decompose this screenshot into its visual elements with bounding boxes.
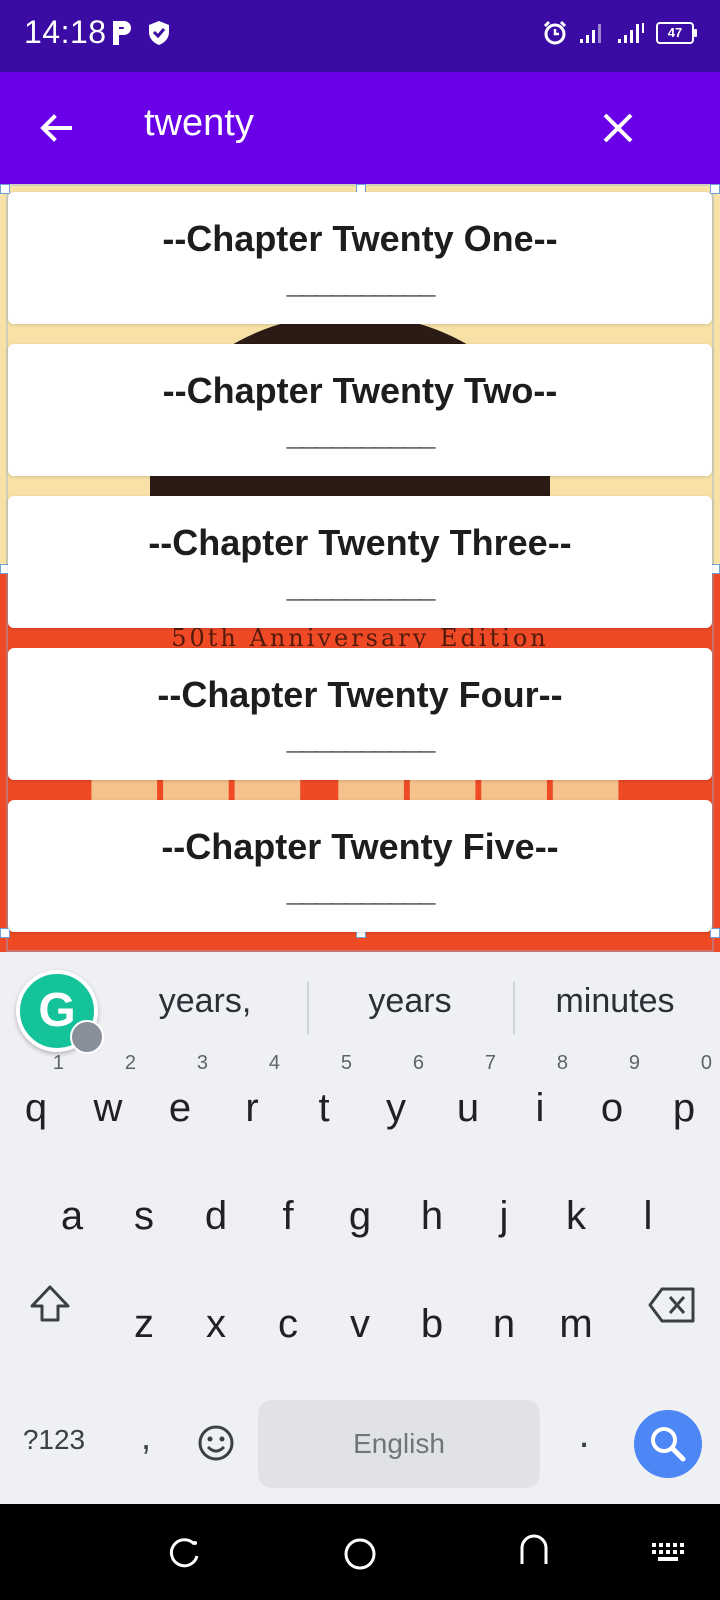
key-y[interactable]: 6y: [360, 1052, 432, 1144]
signal-icon: [580, 24, 601, 43]
back-nav-icon[interactable]: [518, 1534, 554, 1570]
status-time: 14:18: [24, 14, 107, 50]
result-card-chapter-21[interactable]: --Chapter Twenty One-- __________: [8, 192, 712, 324]
suggestion-2[interactable]: years: [330, 982, 490, 1021]
signal-icon: [618, 23, 644, 43]
result-title: --Chapter Twenty Four--: [157, 674, 563, 715]
result-card-chapter-24[interactable]: --Chapter Twenty Four-- __________: [8, 648, 712, 780]
key-t[interactable]: 5t: [288, 1052, 360, 1144]
result-rule: __________: [286, 419, 436, 452]
shift-icon: [30, 1285, 70, 1322]
search-results: 50th Anniversary Edition ▇▇▇ ▇▇▇▇ --Chap…: [0, 184, 720, 952]
emoji-key[interactable]: [196, 1424, 236, 1464]
shift-key[interactable]: [14, 1282, 86, 1342]
suggestion-1[interactable]: years,: [130, 982, 280, 1021]
recent-apps-rotate-icon[interactable]: [166, 1536, 202, 1572]
key-h[interactable]: h: [396, 1160, 468, 1252]
keyboard-toggle-icon[interactable]: [650, 1540, 686, 1568]
period-key[interactable]: .: [566, 1412, 602, 1457]
search-input[interactable]: twenty: [144, 102, 254, 145]
comma-key[interactable]: ,: [128, 1416, 164, 1458]
result-rule: __________: [286, 571, 436, 604]
key-g[interactable]: g: [324, 1160, 396, 1252]
grammarly-offline-badge-icon: [70, 1020, 104, 1054]
arrow-left-icon[interactable]: [36, 108, 76, 148]
alarm-icon: [543, 20, 567, 45]
on-screen-keyboard: G years, years minutes 1q 2w 3e 4r 5t 6y…: [0, 952, 720, 1504]
result-rule: __________: [286, 723, 436, 756]
home-icon[interactable]: [342, 1536, 378, 1572]
system-nav-bar: [0, 1504, 720, 1600]
key-l[interactable]: l: [612, 1160, 684, 1252]
key-x[interactable]: x: [180, 1268, 252, 1360]
close-icon[interactable]: [598, 108, 638, 148]
key-a[interactable]: a: [36, 1160, 108, 1252]
key-s[interactable]: s: [108, 1160, 180, 1252]
result-title: --Chapter Twenty Five--: [161, 826, 559, 867]
key-f[interactable]: f: [252, 1160, 324, 1252]
key-u[interactable]: 7u: [432, 1052, 504, 1144]
suggestion-strip: G years, years minutes: [0, 952, 720, 1054]
key-o[interactable]: 9o: [576, 1052, 648, 1144]
result-rule: __________: [286, 875, 436, 908]
search-key[interactable]: [634, 1410, 702, 1478]
key-z[interactable]: z: [108, 1268, 180, 1360]
result-title: --Chapter Twenty Two--: [162, 370, 558, 411]
key-d[interactable]: d: [180, 1160, 252, 1252]
result-title: --Chapter Twenty One--: [162, 218, 558, 259]
key-i[interactable]: 8i: [504, 1052, 576, 1144]
result-title: --Chapter Twenty Three--: [148, 522, 572, 563]
backspace-key[interactable]: [640, 1286, 704, 1336]
key-e[interactable]: 3e: [144, 1052, 216, 1144]
status-bar: 14:18 47: [0, 0, 720, 72]
key-c[interactable]: c: [252, 1268, 324, 1360]
result-rule: __________: [286, 267, 436, 300]
symbols-key[interactable]: ?123: [14, 1424, 94, 1456]
result-card-chapter-25[interactable]: --Chapter Twenty Five-- __________: [8, 800, 712, 932]
result-card-chapter-22[interactable]: --Chapter Twenty Two-- __________: [8, 344, 712, 476]
key-n[interactable]: n: [468, 1268, 540, 1360]
key-b[interactable]: b: [396, 1268, 468, 1360]
key-v[interactable]: v: [324, 1268, 396, 1360]
search-app-bar: twenty: [0, 72, 720, 184]
parking-p-icon: [113, 21, 131, 45]
key-k[interactable]: k: [540, 1160, 612, 1252]
backspace-icon: [648, 1287, 695, 1323]
key-q[interactable]: 1q: [0, 1052, 72, 1144]
key-m[interactable]: m: [540, 1268, 612, 1360]
emoji-icon: [198, 1425, 234, 1461]
key-j[interactable]: j: [468, 1160, 540, 1252]
battery-indicator: 47: [656, 22, 697, 44]
result-card-chapter-23[interactable]: --Chapter Twenty Three-- __________: [8, 496, 712, 628]
key-p[interactable]: 0p: [648, 1052, 720, 1144]
grammarly-button[interactable]: G: [16, 970, 104, 1054]
key-w[interactable]: 2w: [72, 1052, 144, 1144]
search-icon: [651, 1427, 686, 1462]
suggestion-3[interactable]: minutes: [530, 982, 700, 1021]
space-key[interactable]: English: [258, 1400, 540, 1488]
key-r[interactable]: 4r: [216, 1052, 288, 1144]
shield-icon: [149, 21, 169, 45]
